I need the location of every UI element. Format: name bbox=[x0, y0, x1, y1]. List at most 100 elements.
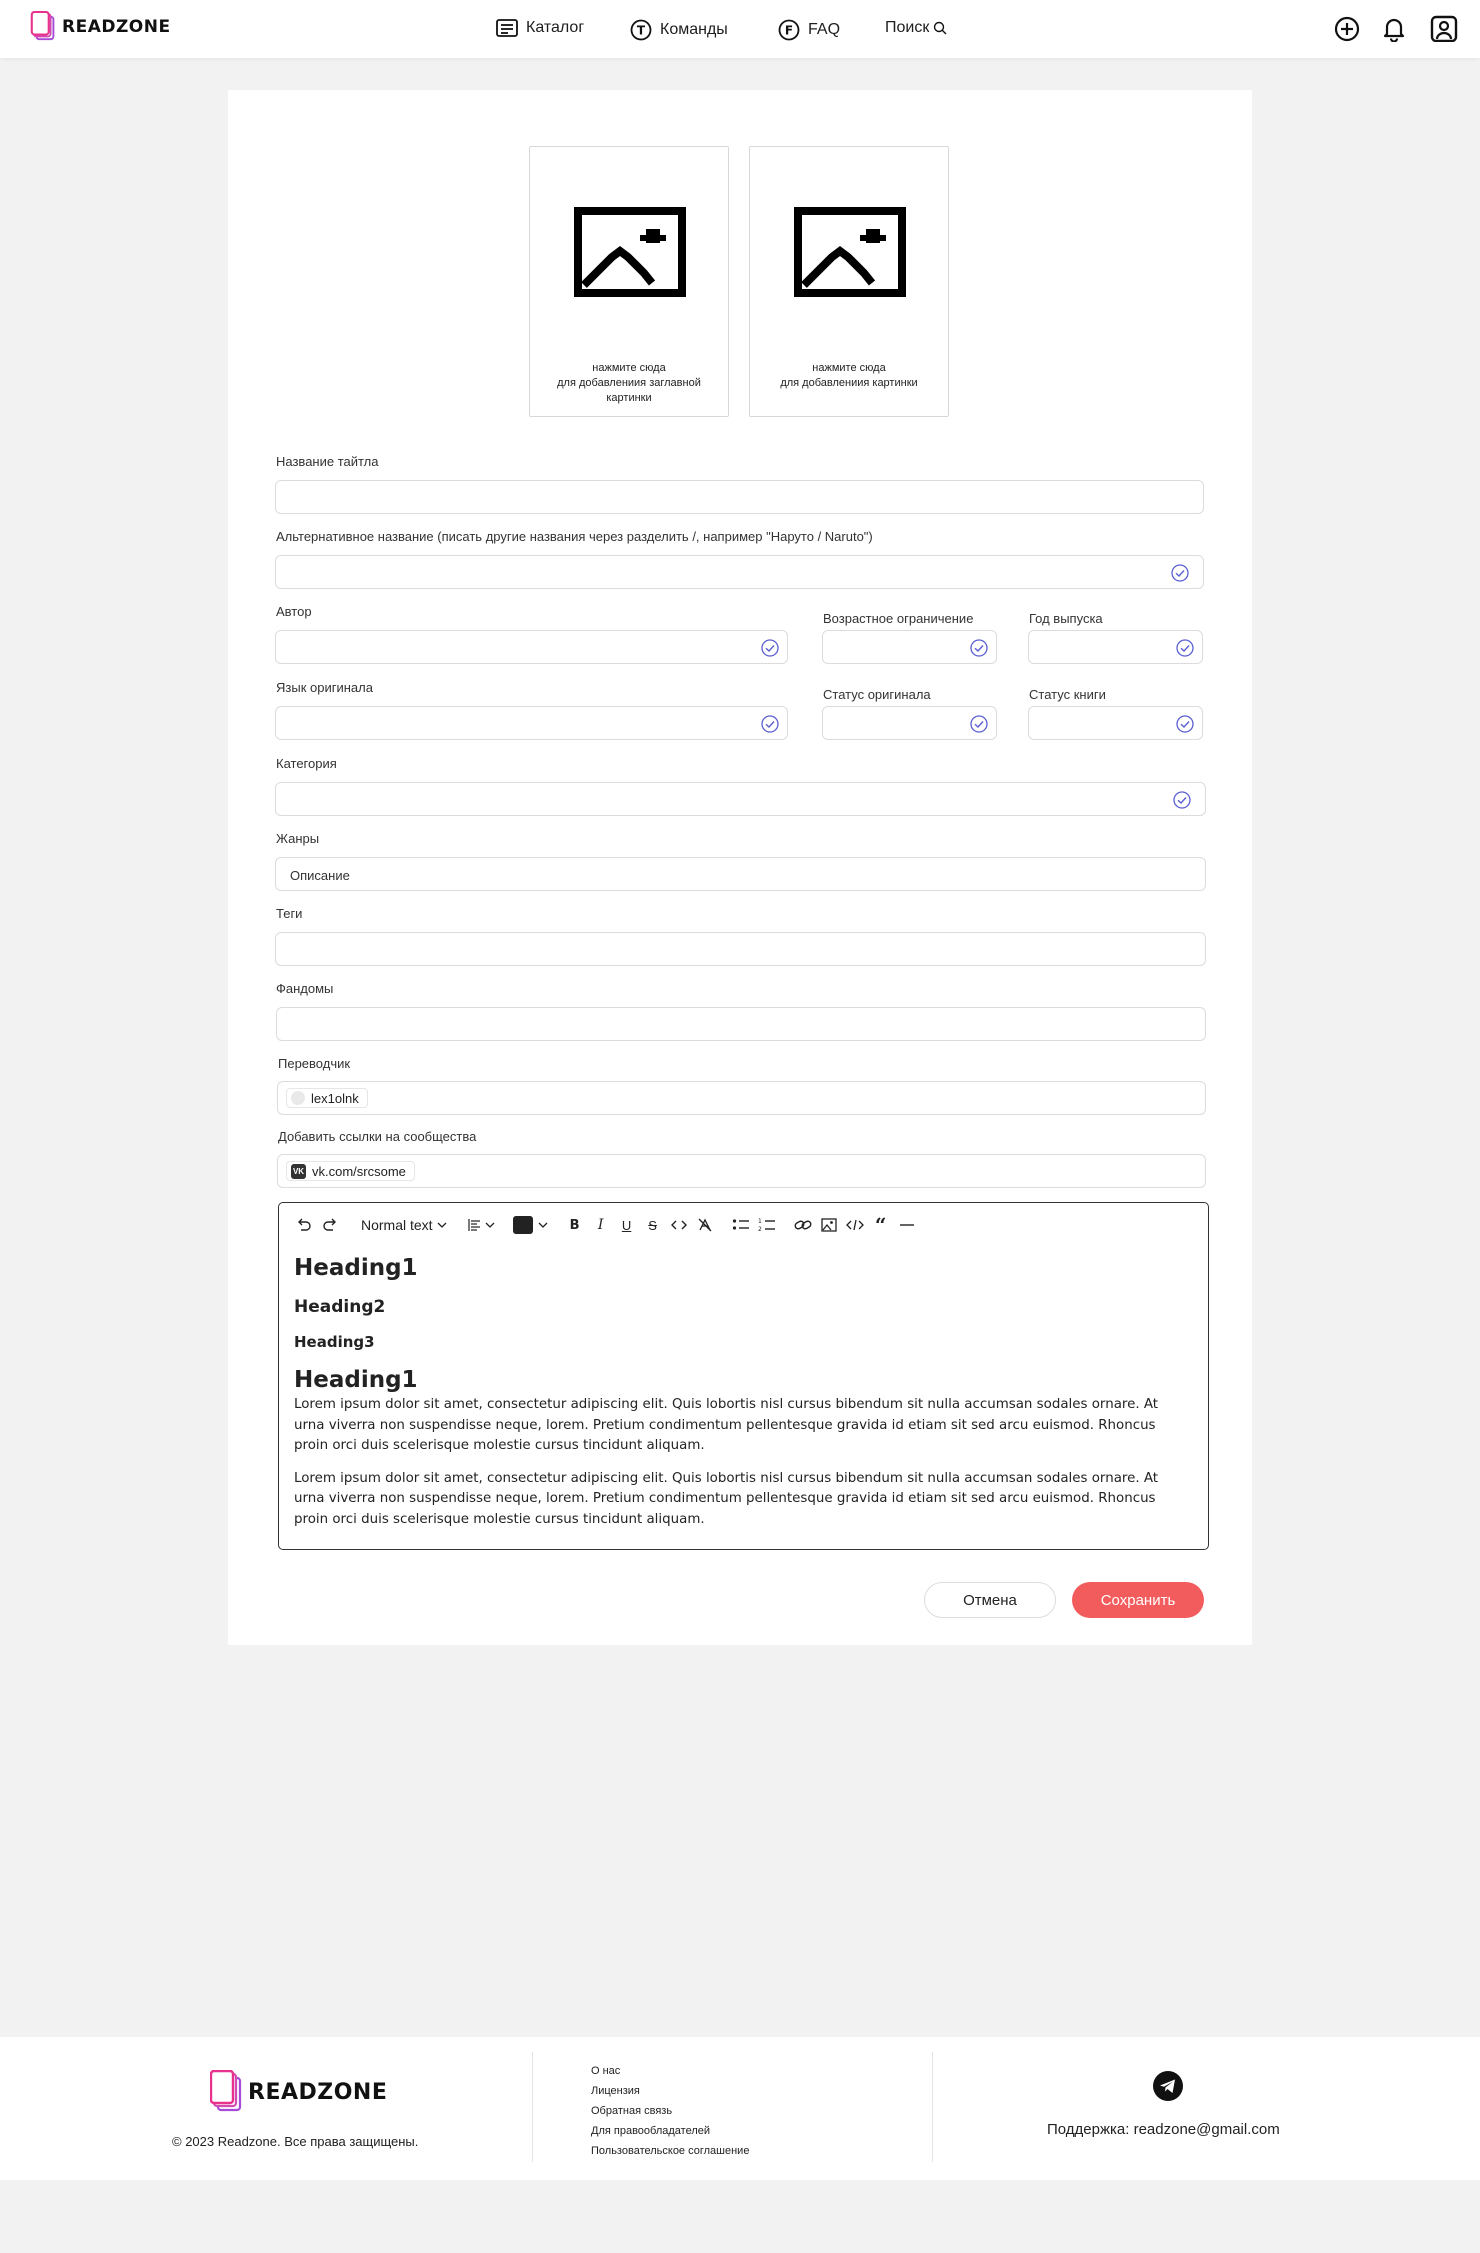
content-paragraph: Lorem ipsum dolor sit amet, consectetur … bbox=[294, 1470, 1159, 1527]
footer-link-license[interactable]: Лицензия bbox=[591, 2081, 749, 2101]
content-heading-1b: Heading1 bbox=[294, 1367, 418, 1393]
author-input[interactable] bbox=[275, 630, 788, 664]
cancel-button[interactable]: Отмена bbox=[924, 1582, 1056, 1618]
bell-icon[interactable] bbox=[1380, 14, 1408, 42]
extra-image-upload[interactable]: нажмите сюда для добавлениия картинки bbox=[749, 146, 949, 417]
community-link-chip[interactable]: VK vk.com/srcsome bbox=[286, 1161, 415, 1181]
inline-code-button[interactable] bbox=[666, 1213, 692, 1237]
strikethrough-button[interactable]: S bbox=[640, 1213, 666, 1237]
redo-button[interactable] bbox=[317, 1213, 343, 1237]
tags-input[interactable] bbox=[275, 932, 1206, 966]
title-form-card: нажмите сюда для добавлениия заглавной к… bbox=[228, 90, 1252, 1645]
code-block-button[interactable] bbox=[842, 1213, 868, 1237]
logo-icon bbox=[210, 2070, 242, 2112]
bold-button[interactable]: B bbox=[562, 1213, 588, 1237]
add-icon[interactable] bbox=[1333, 14, 1361, 42]
image-placeholder-icon bbox=[794, 207, 906, 297]
top-navbar: READZONE Каталог T Команды F FAQ Поиск bbox=[0, 0, 1480, 58]
image-icon bbox=[820, 1218, 837, 1232]
community-link-chip-label: vk.com/srcsome bbox=[312, 1163, 406, 1179]
vk-icon: VK bbox=[291, 1163, 306, 1179]
footer-link-feedback[interactable]: Обратная связь bbox=[591, 2101, 749, 2121]
numbered-list-icon: 12 bbox=[758, 1218, 775, 1233]
teams-icon: T bbox=[630, 19, 652, 41]
save-button[interactable]: Сохранить bbox=[1072, 1582, 1204, 1618]
cover-upload-caption: нажмите сюда для добавлениия заглавной к… bbox=[557, 362, 701, 404]
code-icon bbox=[670, 1220, 687, 1230]
link-button[interactable] bbox=[790, 1213, 816, 1237]
svg-text:F: F bbox=[785, 24, 793, 38]
numbered-list-button[interactable]: 12 bbox=[754, 1213, 780, 1237]
align-dropdown[interactable] bbox=[467, 1213, 495, 1237]
italic-icon: I bbox=[597, 1217, 604, 1233]
logo[interactable]: READZONE bbox=[30, 11, 171, 43]
editor-content[interactable]: Heading1 Heading2 Heading3 Heading1 Lore… bbox=[294, 1255, 1178, 1542]
telegram-icon[interactable] bbox=[1153, 2071, 1183, 2101]
category-select[interactable] bbox=[275, 782, 1206, 816]
quote-button[interactable]: “ bbox=[868, 1213, 894, 1237]
chevron-down-icon bbox=[437, 1222, 447, 1228]
editor-toolbar: Normal text B I U S 1 2 “ bbox=[291, 1213, 920, 1237]
block-type-dropdown[interactable]: Normal text bbox=[361, 1213, 447, 1237]
block-type-label: Normal text bbox=[361, 1217, 433, 1233]
nav-catalog[interactable]: Каталог bbox=[496, 19, 584, 37]
quote-icon: “ bbox=[874, 1213, 887, 1237]
footer-link-rightholders[interactable]: Для правообладателей bbox=[591, 2121, 749, 2141]
undo-icon bbox=[298, 1218, 311, 1231]
community-links-label: Добавить ссылки на сообщества bbox=[278, 1129, 477, 1144]
check-circle-icon bbox=[1176, 639, 1194, 657]
title-input[interactable] bbox=[275, 480, 1204, 514]
clear-format-button[interactable] bbox=[692, 1213, 718, 1237]
nav-teams[interactable]: T Команды bbox=[630, 19, 728, 41]
cover-image-upload[interactable]: нажмите сюда для добавлениия заглавной к… bbox=[529, 146, 729, 417]
insert-image-button[interactable] bbox=[816, 1213, 842, 1237]
community-links-input[interactable]: VK vk.com/srcsome bbox=[277, 1154, 1206, 1188]
bullet-list-button[interactable] bbox=[728, 1213, 754, 1237]
nav-faq[interactable]: F FAQ bbox=[778, 19, 840, 41]
original-status-select[interactable] bbox=[822, 706, 997, 740]
nav-search-label: Поиск bbox=[885, 19, 930, 36]
book-status-select[interactable] bbox=[1028, 706, 1203, 740]
underline-icon: U bbox=[621, 1217, 632, 1233]
footer-logo[interactable]: READZONE bbox=[210, 2070, 387, 2114]
underline-button[interactable]: U bbox=[614, 1213, 640, 1237]
alt-name-label: Альтернативное название (писать другие н… bbox=[276, 529, 873, 544]
undo-button[interactable] bbox=[291, 1213, 317, 1237]
translator-input[interactable]: lex1olnk bbox=[277, 1081, 1206, 1115]
original-language-select[interactable] bbox=[275, 706, 788, 740]
horizontal-rule-icon bbox=[899, 1224, 914, 1226]
content-heading-2: Heading2 bbox=[294, 1297, 386, 1317]
content-paragraph: Lorem ipsum dolor sit amet, consectetur … bbox=[294, 1397, 1159, 1453]
footer-link-terms[interactable]: Пользовательское соглашение bbox=[591, 2141, 749, 2161]
book-status-label: Статус книги bbox=[1029, 687, 1106, 702]
original-status-label: Статус оригинала bbox=[823, 687, 931, 702]
age-rating-select[interactable] bbox=[822, 630, 997, 664]
fandoms-input[interactable] bbox=[276, 1007, 1206, 1041]
horizontal-rule-button[interactable] bbox=[894, 1213, 920, 1237]
title-label: Название тайтла bbox=[276, 454, 379, 469]
nav-search[interactable]: Поиск bbox=[885, 19, 947, 37]
chevron-down-icon bbox=[485, 1222, 495, 1228]
rich-text-editor[interactable]: Normal text B I U S 1 2 “ Heading1 Headi… bbox=[278, 1202, 1209, 1550]
faq-icon: F bbox=[778, 19, 800, 41]
check-circle-icon bbox=[1171, 564, 1189, 582]
strikethrough-icon: S bbox=[648, 1217, 657, 1233]
footer-links: О нас Лицензия Обратная связь Для правоо… bbox=[591, 2061, 749, 2161]
genres-input[interactable]: Описание bbox=[275, 857, 1206, 891]
redo-icon bbox=[323, 1218, 336, 1231]
nav-catalog-label: Каталог bbox=[526, 19, 585, 36]
catalog-icon bbox=[496, 19, 518, 37]
profile-icon[interactable] bbox=[1430, 14, 1458, 42]
footer-link-about[interactable]: О нас bbox=[591, 2061, 749, 2081]
alt-name-input[interactable] bbox=[275, 555, 1204, 589]
translator-label: Переводчик bbox=[278, 1056, 351, 1071]
translator-chip[interactable]: lex1olnk bbox=[286, 1088, 368, 1108]
fandoms-label: Фандомы bbox=[276, 981, 334, 996]
italic-button[interactable]: I bbox=[588, 1213, 614, 1237]
year-select[interactable] bbox=[1028, 630, 1203, 664]
chevron-down-icon bbox=[538, 1222, 548, 1228]
search-icon bbox=[934, 21, 947, 35]
text-color-picker[interactable] bbox=[512, 1213, 548, 1237]
svg-text:T: T bbox=[637, 24, 646, 38]
support-email[interactable]: Поддержка: readzone@gmail.com bbox=[1047, 2121, 1280, 2138]
